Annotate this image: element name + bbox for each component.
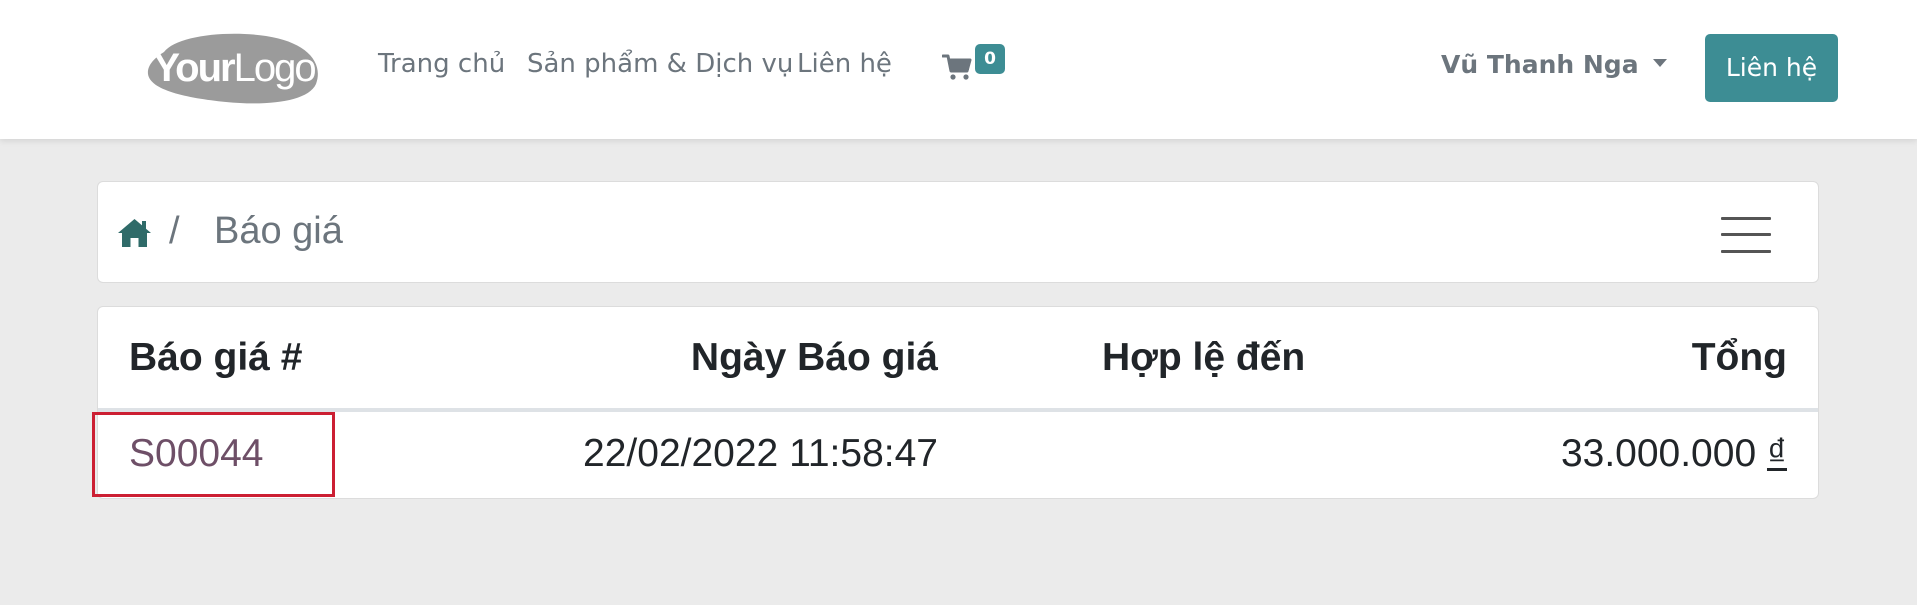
quotation-number-link[interactable]: S00044	[129, 432, 263, 476]
menu-bar	[1721, 233, 1771, 236]
company-logo[interactable]: Your Logo	[146, 32, 322, 104]
logo-text-light: Logo	[233, 45, 317, 90]
column-header-date[interactable]: Ngày Báo giá	[691, 336, 938, 380]
quotations-table: Báo giá # Ngày Báo giá Hợp lệ đến Tổng S…	[97, 306, 1819, 499]
user-menu-dropdown[interactable]: Vũ Thanh Nga	[1441, 50, 1667, 79]
nav-link-contact[interactable]: Liên hệ	[797, 49, 892, 79]
column-header-number[interactable]: Báo giá #	[129, 336, 302, 380]
breadcrumb-current: Báo giá	[214, 210, 343, 252]
column-header-valid-until[interactable]: Hợp lệ đến	[1102, 336, 1305, 380]
table-header-divider	[98, 408, 1818, 412]
logo-text: Your Logo	[146, 32, 322, 104]
quotation-total-amount: 33.000.000	[1560, 432, 1757, 475]
user-name: Vũ Thanh Nga	[1441, 50, 1639, 79]
menu-toggle-icon[interactable]	[1721, 214, 1771, 256]
nav-link-home[interactable]: Trang chủ	[378, 49, 505, 79]
cart-icon-graphic	[941, 54, 972, 80]
cart-count-badge: 0	[975, 44, 1005, 74]
contact-us-button[interactable]: Liên hệ	[1705, 34, 1838, 102]
logo-text-bold: Your	[153, 45, 235, 90]
breadcrumb-separator: /	[169, 210, 180, 252]
breadcrumb: / Báo giá	[97, 181, 1819, 283]
home-icon-graphic	[118, 219, 151, 247]
quotation-date: 22/02/2022 11:58:47	[583, 432, 938, 475]
column-header-total[interactable]: Tổng	[1692, 336, 1787, 380]
menu-bar	[1721, 250, 1771, 253]
quotation-total: 33.000.000 ₫	[1561, 432, 1787, 476]
currency-symbol: ₫	[1766, 432, 1787, 475]
nav-link-products-services[interactable]: Sản phẩm & Dịch vụ	[527, 49, 793, 79]
caret-down-icon	[1652, 59, 1667, 67]
top-navbar: Your Logo Trang chủ Sản phẩm & Dịch vụ Li…	[0, 0, 1917, 139]
cart-icon[interactable]	[941, 53, 972, 81]
menu-bar	[1721, 217, 1771, 220]
home-icon[interactable]	[116, 217, 153, 249]
